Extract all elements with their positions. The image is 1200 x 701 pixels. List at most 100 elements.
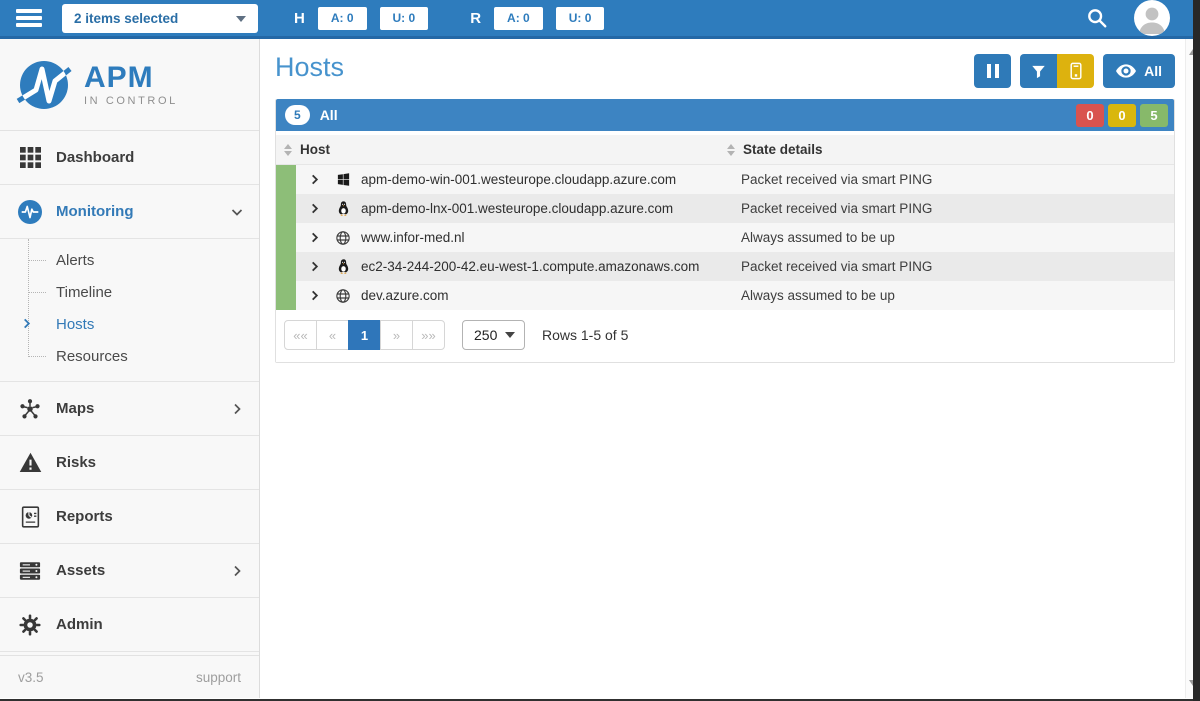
chevron-right-icon <box>231 565 243 577</box>
save-icon <box>1068 62 1084 80</box>
column-header-host-label: Host <box>300 142 330 157</box>
expand-row-icon[interactable] <box>309 202 325 215</box>
sort-icon[interactable] <box>284 140 292 160</box>
sidebar-menu: Dashboard Monitoring Alerts Timeline Hosts Re… <box>0 131 259 652</box>
host-name: apm-demo-win-001.westeurope.cloudapp.azu… <box>361 172 677 187</box>
windows-os-icon <box>334 172 352 187</box>
toolbar: All <box>974 54 1175 88</box>
state-details: Packet received via smart PING <box>741 201 933 216</box>
app-logo[interactable]: APM IN CONTROL <box>0 39 259 131</box>
pause-button[interactable] <box>974 54 1012 88</box>
view-all-button[interactable]: All <box>1103 54 1175 88</box>
resources-metric-label: R <box>470 9 482 27</box>
page-button-current[interactable]: 1 <box>348 320 381 350</box>
sidebar-subitem-label: Alerts <box>56 251 95 269</box>
sidebar-item-hosts[interactable]: Hosts <box>0 308 259 340</box>
column-header-state-details[interactable]: State details <box>719 140 1174 160</box>
network-icon <box>18 398 42 420</box>
sidebar-subitem-label: Timeline <box>56 283 113 301</box>
page-button-1[interactable]: « <box>316 320 349 350</box>
sidebar-item-label: Admin <box>56 616 103 633</box>
sidebar-item-label: Assets <box>56 562 106 579</box>
table-row[interactable]: apm-demo-lnx-001.westeurope.cloudapp.azu… <box>276 194 1174 223</box>
sidebar-item-alerts[interactable]: Alerts <box>0 244 259 276</box>
filter-icon <box>1031 64 1046 79</box>
sidebar-item-monitoring[interactable]: Monitoring <box>0 185 259 239</box>
globe-os-icon <box>334 288 352 304</box>
column-header-host[interactable]: Host <box>276 140 719 160</box>
sidebar-item-timeline[interactable]: Timeline <box>0 276 259 308</box>
items-selected-value: 2 items selected <box>74 10 179 26</box>
sidebar-item-maps[interactable]: Maps <box>0 382 259 436</box>
linux-os-icon <box>334 200 352 217</box>
hamburger-menu-icon[interactable] <box>16 9 42 27</box>
sidebar-subitem-label: Hosts <box>56 315 95 333</box>
window-edge <box>1193 0 1200 701</box>
filter-button[interactable] <box>1020 54 1058 88</box>
sidebar-footer: v3.5 support <box>0 655 259 698</box>
hosts-unacknowledged-button[interactable]: U: 0 <box>379 6 429 30</box>
sidebar-item-dashboard[interactable]: Dashboard <box>0 131 259 185</box>
chevron-down-icon <box>231 206 243 218</box>
table-row[interactable]: apm-demo-win-001.westeurope.cloudapp.azu… <box>276 165 1174 194</box>
sort-icon[interactable] <box>727 140 735 160</box>
support-link[interactable]: support <box>196 670 241 685</box>
sidebar-item-resources[interactable]: Resources <box>0 340 259 372</box>
table-row[interactable]: www.infor-med.nl Always assumed to be up <box>276 223 1174 252</box>
hosts-card: 5 All 0 0 5 Host State details apm-demo-… <box>275 99 1175 363</box>
state-details: Always assumed to be up <box>741 288 895 303</box>
state-details: Always assumed to be up <box>741 230 895 245</box>
column-header-state-label: State details <box>743 142 823 157</box>
linux-os-icon <box>334 258 352 275</box>
expand-row-icon[interactable] <box>309 173 325 186</box>
sidebar-item-reports[interactable]: Reports <box>0 490 259 544</box>
pagination-buttons: «« «1»»» <box>284 320 445 350</box>
table-row[interactable]: dev.azure.com Always assumed to be up <box>276 281 1174 310</box>
resources-acknowledged-button[interactable]: A: 0 <box>494 6 543 30</box>
warning-count-badge[interactable]: 0 <box>1108 103 1136 127</box>
page-button-4[interactable]: »» <box>412 320 445 350</box>
main-content: Hosts All 5 All 0 0 5 Host State details… <box>260 39 1185 698</box>
save-view-button[interactable] <box>1057 54 1095 88</box>
page-title: Hosts <box>275 52 345 82</box>
filter-bar-label: All <box>319 107 338 123</box>
count-badge: 5 <box>285 105 310 125</box>
state-details: Packet received via smart PING <box>741 172 933 187</box>
sidebar-item-assets[interactable]: Assets <box>0 544 259 598</box>
search-icon[interactable] <box>1086 7 1108 29</box>
user-avatar[interactable] <box>1134 0 1170 36</box>
globe-os-icon <box>334 230 352 246</box>
sidebar-item-label: Dashboard <box>56 149 135 166</box>
status-indicator <box>276 194 296 223</box>
chevron-right-icon <box>21 317 32 334</box>
sidebar-item-risks[interactable]: Risks <box>0 436 259 490</box>
critical-count-badge[interactable]: 0 <box>1076 103 1104 127</box>
expand-row-icon[interactable] <box>309 289 325 302</box>
expand-row-icon[interactable] <box>309 260 325 273</box>
hosts-acknowledged-button[interactable]: A: 0 <box>317 6 367 30</box>
resources-unacknowledged-button[interactable]: U: 0 <box>555 6 605 30</box>
gear-icon <box>18 613 42 636</box>
status-indicator <box>276 281 296 310</box>
logo-subtitle: IN CONTROL <box>84 94 178 107</box>
topbar: 2 items selected H A: 0 U: 0 R A: 0 U: 0 <box>0 0 1200 39</box>
items-selected-dropdown[interactable]: 2 items selected <box>62 3 258 33</box>
rows-info: Rows 1-5 of 5 <box>542 327 629 343</box>
page-button-3[interactable]: » <box>380 320 413 350</box>
host-table-body: apm-demo-win-001.westeurope.cloudapp.azu… <box>276 165 1174 310</box>
sidebar: APM IN CONTROL Dashboard Monitoring Alerts… <box>0 39 260 698</box>
resources-metric-group: R A: 0 U: 0 <box>470 6 605 30</box>
sidebar-item-label: Risks <box>56 454 97 471</box>
grid-icon <box>18 147 42 168</box>
page-button-0[interactable]: «« <box>284 320 317 350</box>
sidebar-item-admin[interactable]: Admin <box>0 598 259 652</box>
filter-bar[interactable]: 5 All 0 0 5 <box>276 99 1174 131</box>
page-size-select[interactable]: 250 <box>462 320 525 350</box>
ok-count-badge[interactable]: 5 <box>1140 103 1168 127</box>
expand-row-icon[interactable] <box>309 231 325 244</box>
servers-icon <box>18 560 42 582</box>
page-size-value: 250 <box>474 327 498 343</box>
status-indicator <box>276 252 296 281</box>
table-row[interactable]: ec2-34-244-200-42.eu-west-1.compute.amaz… <box>276 252 1174 281</box>
status-indicator <box>276 223 296 252</box>
